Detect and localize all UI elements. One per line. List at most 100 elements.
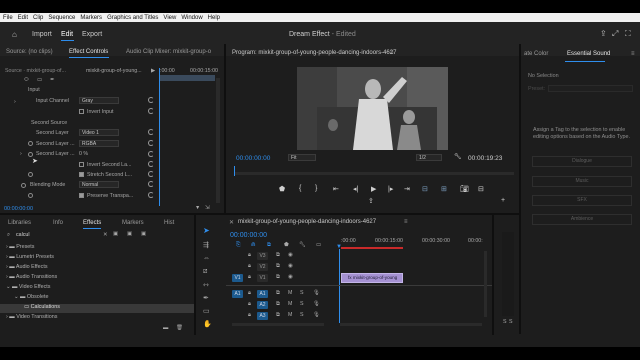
- export-frame-icon[interactable]: ⇲: [205, 205, 209, 211]
- ripple-edit-icon[interactable]: ⇔: [203, 255, 210, 262]
- mute-button[interactable]: M: [288, 301, 292, 307]
- selection-tool-icon[interactable]: ➤: [203, 226, 210, 235]
- mic-icon[interactable]: 🎙︎: [313, 301, 320, 307]
- track-label[interactable]: V1: [257, 274, 268, 282]
- lift-icon[interactable]: ⊟: [422, 185, 428, 193]
- preset-select[interactable]: [548, 85, 633, 92]
- reset-icon[interactable]: [148, 97, 154, 103]
- button-editor-icon[interactable]: ⇪: [368, 197, 374, 205]
- eye-icon[interactable]: ◉: [288, 263, 293, 269]
- track-label[interactable]: A2: [257, 301, 268, 309]
- razor-tool-icon[interactable]: ⧄: [203, 268, 207, 276]
- solo-button[interactable]: S: [300, 301, 304, 307]
- lock-icon[interactable]: 🔒︎: [248, 301, 251, 308]
- solo-button[interactable]: S: [300, 312, 304, 318]
- tab-lumetri-color[interactable]: ate Color: [524, 51, 548, 57]
- timeline-scrollbar[interactable]: [232, 323, 324, 326]
- reset-icon[interactable]: [148, 151, 154, 157]
- effect-scrollbar[interactable]: [216, 78, 220, 203]
- extract-icon[interactable]: ⊞: [441, 185, 447, 193]
- sync-icon[interactable]: ⧉: [276, 252, 280, 259]
- maximize-icon[interactable]: ⛶: [625, 30, 631, 38]
- reset-icon[interactable]: [148, 161, 154, 167]
- video-clip[interactable]: fx mixkit-group-of-young: [341, 273, 403, 283]
- dialogue-button[interactable]: Dialogue: [532, 156, 632, 167]
- list-item-selected[interactable]: ▭ Calculations: [24, 304, 60, 310]
- invert-input-checkbox[interactable]: [79, 109, 84, 114]
- menu-markers[interactable]: Markers: [80, 15, 102, 21]
- solo-button[interactable]: S: [300, 290, 304, 296]
- home-icon[interactable]: ⌂: [12, 31, 17, 39]
- go-to-out-icon[interactable]: ⇥: [404, 185, 410, 193]
- track-label[interactable]: A3: [257, 312, 268, 320]
- panel-menu-icon[interactable]: ≡: [390, 50, 394, 56]
- menu-window[interactable]: Window: [181, 15, 202, 21]
- track-target[interactable]: V1: [232, 274, 243, 282]
- trash-icon[interactable]: 🗑︎: [176, 325, 183, 331]
- clear-search-icon[interactable]: ✕: [103, 232, 107, 238]
- solo-right-label[interactable]: S: [509, 319, 513, 325]
- track-target[interactable]: A1: [232, 290, 243, 298]
- mute-button[interactable]: M: [288, 290, 292, 296]
- program-playhead[interactable]: [234, 166, 235, 176]
- sync-icon[interactable]: ⧉: [276, 274, 280, 281]
- list-item[interactable]: ⌄ ▬ Obsolete: [14, 294, 48, 300]
- clip-label[interactable]: mixkit-group-of-young...: [86, 68, 142, 74]
- list-item[interactable]: › ▬ Video Transitions: [6, 314, 57, 320]
- reset-icon[interactable]: [148, 108, 154, 114]
- tab-import[interactable]: Import: [32, 31, 52, 38]
- menu-sequence[interactable]: Sequence: [48, 15, 75, 21]
- menu-file[interactable]: File: [3, 15, 13, 21]
- blending-mode-select[interactable]: Normal: [79, 181, 119, 188]
- stopwatch-icon[interactable]: [28, 141, 33, 146]
- music-button[interactable]: Music: [532, 176, 632, 187]
- menu-edit[interactable]: Edit: [18, 15, 28, 21]
- timeline-playhead[interactable]: [339, 249, 340, 323]
- panel-menu-icon[interactable]: ≡: [631, 51, 635, 57]
- eye-icon[interactable]: ◉: [288, 274, 293, 280]
- zoom-select[interactable]: 1/2: [416, 154, 442, 161]
- lock-icon[interactable]: 🔒︎: [248, 274, 251, 281]
- lock-icon[interactable]: 🔒︎: [248, 263, 251, 270]
- rectangle-tool-icon[interactable]: ▭: [203, 307, 210, 315]
- marker-icon[interactable]: ⬟: [279, 185, 285, 193]
- reset-icon[interactable]: [148, 171, 154, 177]
- stopwatch-icon[interactable]: [28, 193, 33, 198]
- linked-selection-icon[interactable]: ⧉: [267, 242, 271, 249]
- pen-tool-icon[interactable]: ✒: [203, 294, 209, 302]
- mic-icon[interactable]: 🎙︎: [313, 290, 320, 296]
- program-video-frame[interactable]: [297, 67, 448, 150]
- list-item[interactable]: › ▬ Lumetri Presets: [6, 254, 54, 260]
- menu-view[interactable]: View: [163, 15, 176, 21]
- second-layer-channel-select[interactable]: RGBA: [79, 140, 119, 147]
- tab-libraries[interactable]: Libraries: [8, 220, 31, 226]
- play-only-icon[interactable]: ▶: [151, 68, 155, 74]
- list-item[interactable]: › ▬ Audio Effects: [6, 264, 48, 270]
- lock-icon[interactable]: 🔒︎: [248, 312, 251, 319]
- timeline-h-scrollbar[interactable]: [340, 323, 482, 326]
- program-tc-left[interactable]: 00:00:00:00: [236, 155, 270, 162]
- program-scrubber[interactable]: [234, 172, 514, 175]
- eye-icon[interactable]: ◉: [288, 252, 293, 258]
- fullscreen-icon[interactable]: ⤢: [612, 30, 618, 38]
- reset-icon[interactable]: [148, 140, 154, 146]
- track-label[interactable]: V3: [257, 252, 268, 260]
- step-forward-icon[interactable]: |▸: [388, 185, 393, 193]
- add-marker-icon[interactable]: ⬟: [284, 242, 289, 248]
- list-item[interactable]: › ▬ Presets: [6, 244, 34, 250]
- stopwatch-icon[interactable]: [28, 172, 33, 177]
- menu-clip[interactable]: Clip: [33, 15, 43, 21]
- slip-tool-icon[interactable]: ⇿: [203, 281, 209, 289]
- rect-mask-icon[interactable]: ▭: [37, 77, 42, 83]
- mark-in-icon[interactable]: {: [299, 185, 301, 192]
- wrench-icon[interactable]: 🔧︎: [454, 153, 462, 160]
- expand-icon[interactable]: ›: [14, 99, 16, 105]
- reset-icon[interactable]: [148, 181, 154, 187]
- tab-essential-sound[interactable]: Essential Sound: [567, 51, 610, 57]
- lock-icon[interactable]: 🔒︎: [248, 252, 251, 259]
- timeline-v-scrollbar[interactable]: [484, 251, 487, 317]
- nest-icon[interactable]: ⎘: [236, 242, 240, 249]
- panel-menu-icon[interactable]: ≡: [404, 219, 408, 225]
- input-channel-select[interactable]: Gray: [79, 97, 119, 104]
- filter-icon[interactable]: ▼: [195, 205, 200, 211]
